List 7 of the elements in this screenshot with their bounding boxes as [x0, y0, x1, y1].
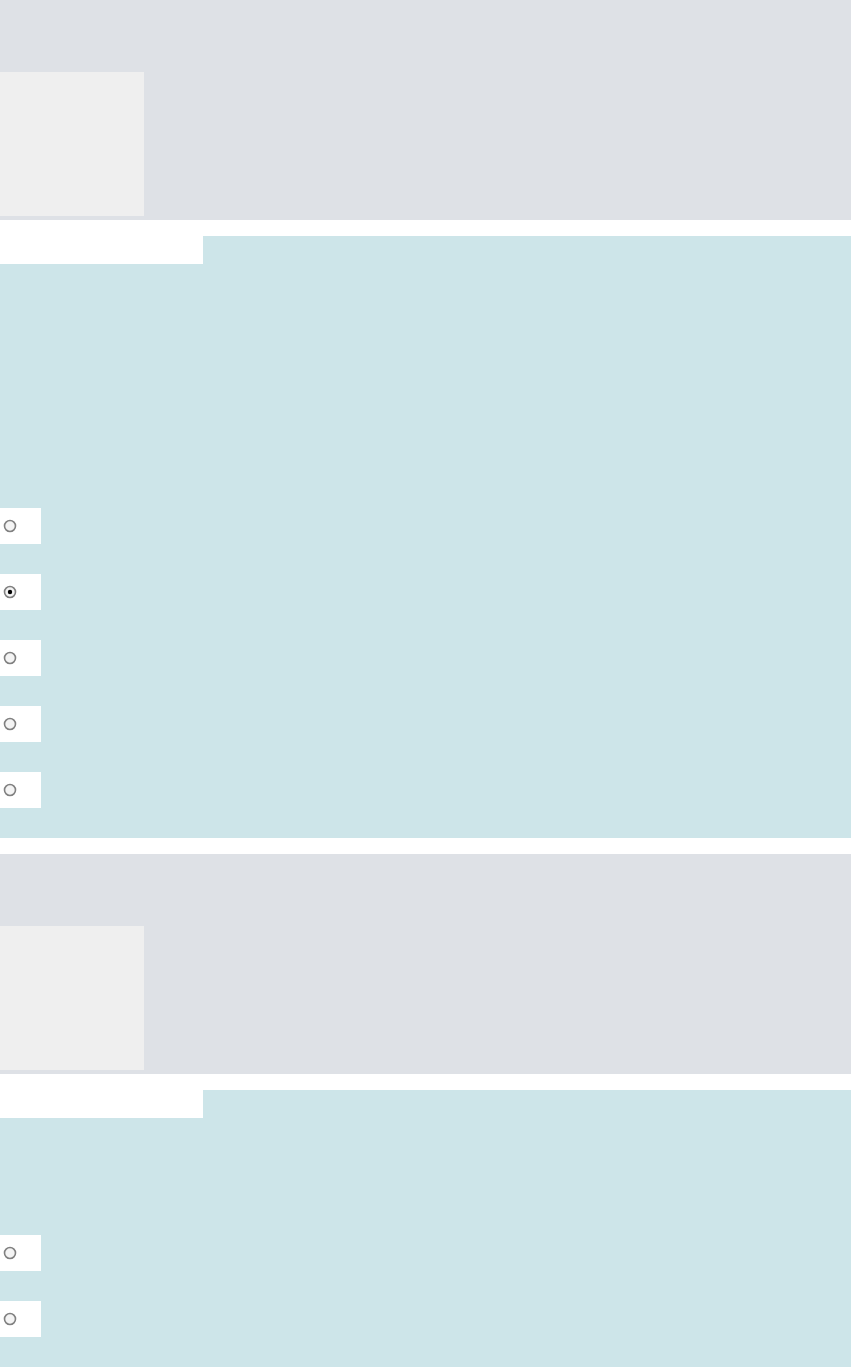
radio-button[interactable] — [0, 1235, 41, 1271]
radio-button[interactable] — [0, 508, 41, 544]
radio-button[interactable] — [0, 640, 41, 676]
radio-button[interactable] — [0, 574, 41, 610]
radio-button[interactable] — [0, 1301, 41, 1337]
radio-button[interactable] — [0, 772, 41, 808]
radio-button[interactable] — [0, 706, 41, 742]
